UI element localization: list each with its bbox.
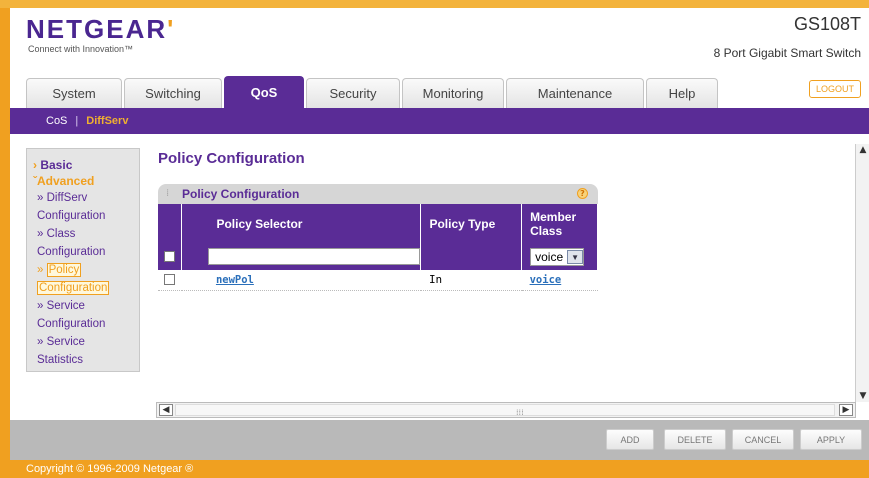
sidebar-item-class-configuration[interactable]: » Class Configuration [33, 225, 139, 261]
model-name: GS108T [793, 14, 861, 34]
policy-type-value: In [428, 273, 443, 287]
vertical-scrollbar[interactable]: ▲ ▼ [855, 144, 869, 402]
tab-switching[interactable]: Switching [124, 78, 222, 108]
apply-button[interactable]: APPLY [800, 429, 862, 450]
horizontal-scrollbar[interactable]: ◀ ⁞⁞⁞ ▶ [156, 402, 856, 418]
sidebar-advanced[interactable]: ˇAdvanced [33, 173, 139, 189]
table-header-row: Policy Selector Policy Type Member Class [158, 204, 598, 244]
panel-header: ⁞ Policy Configuration ? [158, 184, 598, 204]
add-button[interactable]: ADD [606, 429, 654, 450]
model-description: 8 Port Gigabit Smart Switch [713, 46, 861, 60]
column-header-member-class: Member Class [521, 204, 598, 244]
tab-security[interactable]: Security [306, 78, 400, 108]
scroll-up-icon[interactable]: ▲ [857, 144, 869, 156]
tab-system[interactable]: System [26, 78, 122, 108]
column-header-policy-selector: Policy Selector [181, 204, 422, 244]
policy-selector-link[interactable]: newPol [216, 274, 254, 286]
grip-icon: ⁞⁞⁞ [516, 408, 524, 417]
scroll-left-icon[interactable]: ◀ [159, 404, 173, 416]
policy-table: Policy Selector Policy Type Member Class… [158, 204, 598, 291]
row-checkbox[interactable] [164, 274, 176, 286]
sidebar-item-service-configuration[interactable]: » Service Configuration [33, 297, 139, 333]
column-header-policy-type: Policy Type [420, 204, 523, 244]
member-class-select[interactable]: voice ▼ [530, 248, 585, 266]
panel-title: Policy Configuration [182, 187, 300, 201]
scrollbar-thumb[interactable]: ⁞⁞⁞ [175, 404, 835, 417]
policy-configuration-panel: ⁞ Policy Configuration ? Policy Selector… [158, 184, 598, 298]
sidebar: › Basic ˇAdvanced » DiffServ Configurati… [26, 148, 140, 372]
member-class-link[interactable]: voice [530, 274, 562, 286]
main-tab-bar: System Switching QoS Security Monitoring… [10, 70, 869, 108]
top-accent-border [0, 0, 869, 8]
scroll-right-icon[interactable]: ▶ [839, 404, 853, 416]
input-row: voice ▼ [158, 244, 598, 270]
page-title: Policy Configuration [158, 150, 305, 167]
policy-selector-input[interactable] [208, 248, 421, 265]
cancel-button[interactable]: CANCEL [732, 429, 794, 450]
help-icon[interactable]: ? [577, 188, 588, 199]
select-column-header [158, 204, 183, 244]
netgear-logo: NETGEAR' [26, 14, 176, 44]
left-accent-border [0, 0, 10, 478]
tab-maintenance[interactable]: Maintenance [506, 78, 644, 108]
subnav-cos[interactable]: CoS [46, 115, 67, 127]
sub-navigation: CoS | DiffServ [10, 108, 869, 134]
footer-copyright: Copyright © 1996-2009 Netgear ® [10, 460, 869, 478]
chevron-right-icon: › [33, 158, 37, 172]
browser-viewport: NETGEAR' Connect with Innovation™ GS108T… [0, 0, 869, 478]
main-content: › Basic ˇAdvanced » DiffServ Configurati… [10, 134, 869, 420]
tab-monitoring[interactable]: Monitoring [402, 78, 504, 108]
sidebar-item-diffserv-configuration[interactable]: » DiffServ Configuration [33, 189, 139, 225]
header: NETGEAR' Connect with Innovation™ GS108T… [10, 8, 869, 70]
button-bar: ADD DELETE CANCEL APPLY [10, 420, 869, 460]
grip-icon: ⁞ [166, 188, 170, 199]
table-row: newPol In voice [158, 270, 598, 291]
sidebar-item-service-statistics[interactable]: » Service Statistics [33, 333, 139, 369]
logout-button[interactable]: LOGOUT [809, 80, 861, 98]
subnav-diffserv[interactable]: DiffServ [86, 115, 128, 127]
tab-help[interactable]: Help [646, 78, 718, 108]
sidebar-basic[interactable]: › Basic [33, 157, 139, 173]
sidebar-item-policy-configuration[interactable]: » Policy Configuration [33, 261, 139, 297]
chevron-down-icon: ▼ [567, 250, 584, 264]
tagline: Connect with Innovation™ [28, 44, 134, 54]
delete-button[interactable]: DELETE [664, 429, 726, 450]
subnav-separator: | [75, 115, 79, 127]
tab-qos[interactable]: QoS [224, 76, 304, 108]
scroll-down-icon[interactable]: ▼ [857, 390, 869, 402]
input-row-checkbox[interactable] [164, 251, 176, 263]
